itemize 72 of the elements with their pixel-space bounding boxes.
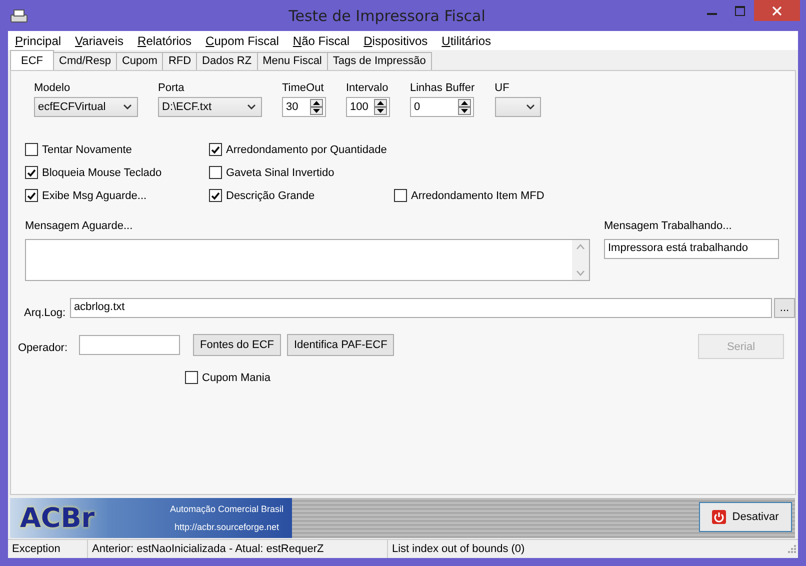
menu-item[interactable]: Variaveis bbox=[75, 34, 124, 48]
checkbox-label: Gaveta Sinal Invertido bbox=[226, 166, 334, 178]
resize-grip-icon bbox=[788, 545, 796, 553]
checkmark-icon bbox=[211, 146, 220, 154]
checkmark-icon bbox=[27, 168, 36, 176]
menu-item[interactable]: Dispositivos bbox=[364, 34, 428, 48]
checkbox-label: Cupom Mania bbox=[202, 372, 270, 384]
menu-item[interactable]: Principal bbox=[15, 34, 62, 48]
spin-buttons[interactable] bbox=[458, 99, 471, 115]
field-label: Modelo bbox=[34, 81, 72, 95]
field-label: Porta bbox=[158, 81, 186, 95]
up-down-arrows-icon bbox=[458, 99, 471, 115]
text-field[interactable]: Impressora está trabalhando bbox=[604, 239, 779, 259]
field-label: TimeOut bbox=[282, 81, 325, 95]
field-label: Linhas Buffer bbox=[410, 81, 475, 95]
checkbox[interactable] bbox=[394, 189, 407, 202]
field-label: UF bbox=[494, 81, 510, 95]
chevron-down-icon bbox=[247, 104, 256, 110]
tab[interactable]: ECF bbox=[10, 50, 54, 70]
field-label: Mensagem Trabalhando... bbox=[604, 219, 733, 233]
field-label: Mensagem Aguarde... bbox=[25, 219, 134, 233]
logo-text: ACBr bbox=[20, 502, 96, 534]
website-url: http://acbr.sourceforge.net bbox=[174, 522, 280, 532]
checkbox[interactable] bbox=[25, 143, 38, 156]
checkbox[interactable] bbox=[185, 371, 198, 384]
checkbox[interactable] bbox=[25, 166, 38, 179]
checkbox-label: Arredondamento Item MFD bbox=[411, 190, 544, 202]
field-label: Operador: bbox=[18, 342, 69, 354]
checkbox-label: Tentar Novamente bbox=[42, 144, 132, 156]
status-text: Exception bbox=[8, 540, 88, 558]
chevron-down-icon bbox=[123, 104, 132, 110]
checkbox[interactable] bbox=[209, 143, 222, 156]
window-title: Teste de Impressora Fiscal bbox=[288, 6, 486, 24]
up-down-arrows-icon bbox=[374, 99, 387, 115]
status-text: List index out of bounds (0) bbox=[391, 542, 526, 557]
checkbox-label: Exibe Msg Aguarde... bbox=[42, 190, 147, 202]
menu-item[interactable]: Relatórios bbox=[138, 34, 192, 48]
spin-buttons[interactable] bbox=[374, 99, 387, 115]
checkbox-label: Arredondamento por Quantidade bbox=[226, 144, 387, 156]
text-field[interactable]: acbrlog.txt bbox=[70, 298, 772, 318]
tagline: Automação Comercial Brasil bbox=[170, 504, 284, 514]
close-icon bbox=[772, 6, 782, 16]
scrollbar-icon bbox=[572, 240, 589, 280]
dropdown[interactable]: D:\ECF.txt bbox=[158, 97, 262, 117]
browse-button[interactable]: ... bbox=[774, 298, 795, 318]
menu-item[interactable]: Cupom Fiscal bbox=[206, 34, 279, 48]
checkbox[interactable] bbox=[209, 189, 222, 202]
checkbox[interactable] bbox=[209, 166, 222, 179]
checkbox-label: Descrição Grande bbox=[226, 190, 315, 202]
checkbox-label: Bloqueia Mouse Teclado bbox=[42, 166, 162, 178]
power-icon bbox=[712, 510, 726, 524]
spin-buttons[interactable] bbox=[310, 99, 323, 115]
checkmark-icon bbox=[211, 192, 220, 200]
field-label: Intervalo bbox=[346, 81, 390, 95]
action-button[interactable]: Fontes do ECF bbox=[193, 334, 281, 356]
menu-item[interactable]: Não Fiscal bbox=[292, 34, 350, 48]
checkmark-icon bbox=[27, 192, 36, 200]
status-text: Anterior: estNaoInicializada - Atual: estRequerZ bbox=[88, 540, 388, 558]
deactivate-button[interactable]: Desativar bbox=[699, 502, 792, 532]
minimize-icon bbox=[707, 13, 717, 15]
menu-item[interactable]: Utilitários bbox=[442, 34, 491, 48]
tab[interactable]: Tags de Impressão bbox=[326, 52, 432, 70]
text-field[interactable] bbox=[79, 334, 180, 354]
printer-icon bbox=[10, 8, 28, 22]
checkbox[interactable] bbox=[25, 189, 38, 202]
chevron-down-icon bbox=[526, 104, 535, 110]
field-label: Arq.Log: bbox=[24, 307, 67, 319]
dropdown[interactable]: ecfECFVirtual bbox=[34, 97, 138, 117]
maximize-icon bbox=[735, 6, 745, 16]
up-down-arrows-icon bbox=[310, 99, 323, 115]
close-button[interactable] bbox=[754, 0, 800, 21]
action-button[interactable]: Identifica PAF-ECF bbox=[286, 334, 394, 356]
